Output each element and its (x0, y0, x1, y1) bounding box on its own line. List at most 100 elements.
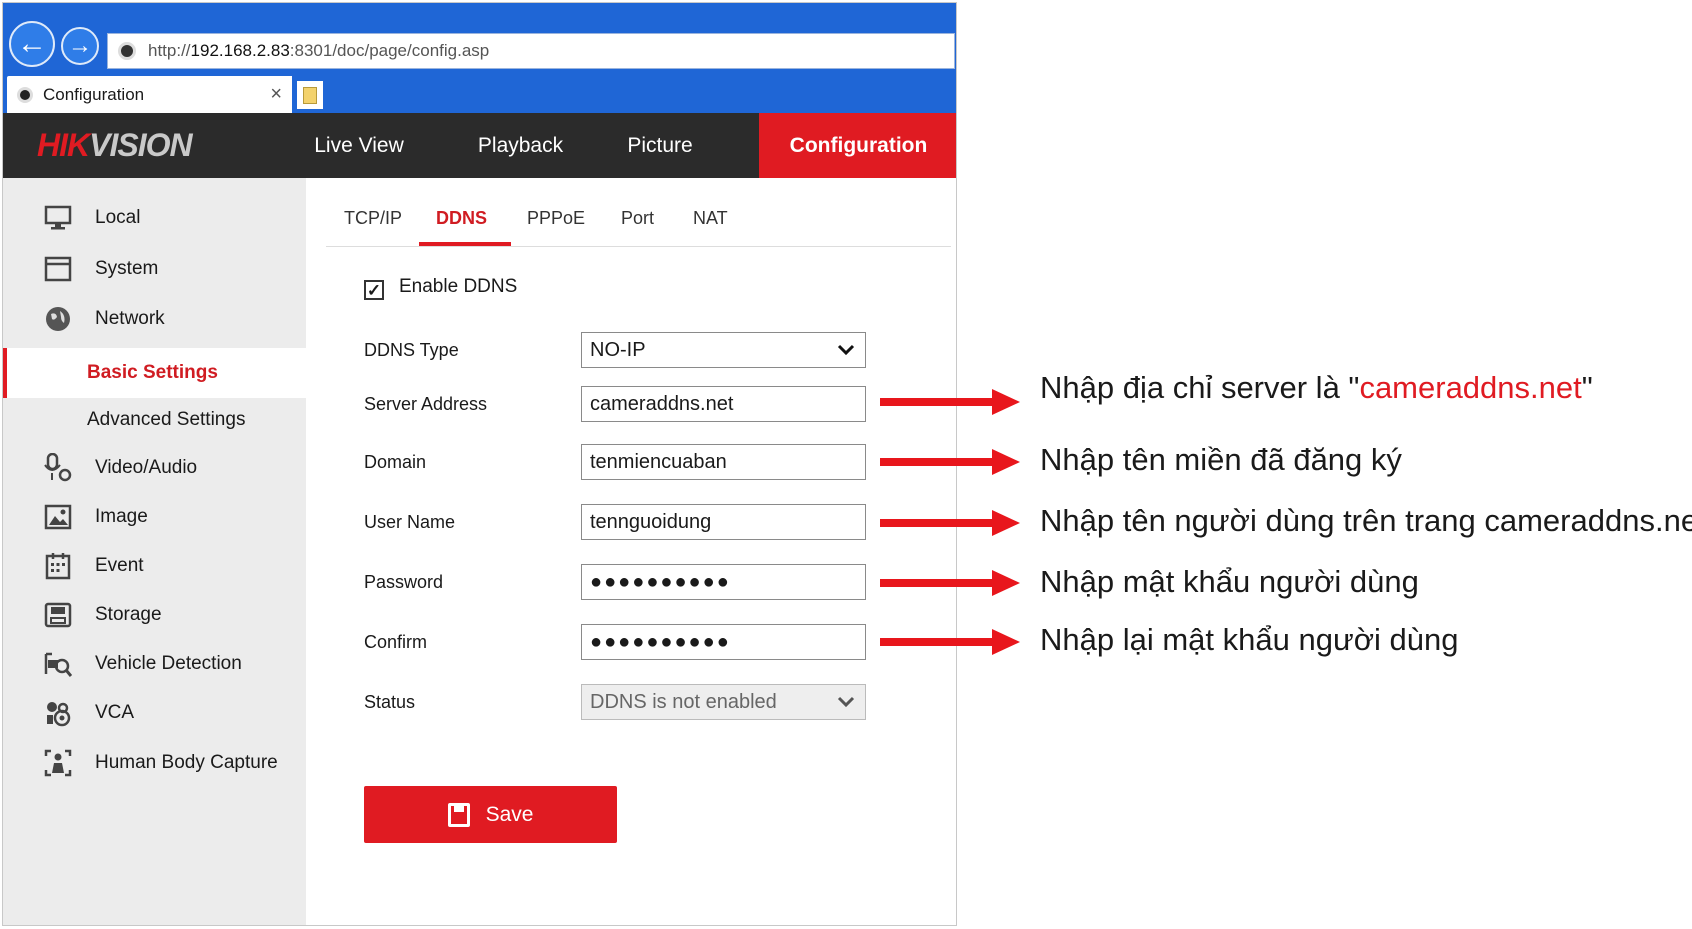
sidebar-item-basic-settings[interactable]: Basic Settings (3, 348, 306, 398)
sidebar-item-label: System (95, 258, 159, 279)
ddns-type-value: NO-IP (590, 338, 646, 361)
arrow-right-icon (880, 510, 1020, 536)
server-address-value: cameraddns.net (590, 392, 734, 415)
tab-ddns[interactable]: DDNS (436, 208, 487, 229)
password-label: Password (364, 572, 444, 592)
tab-tcp-ip[interactable]: TCP/IP (344, 208, 402, 229)
sidebar-item-label: Local (95, 207, 141, 228)
sidebar-item-vehicle-detection[interactable]: Vehicle Detection (3, 644, 306, 684)
menu-configuration[interactable]: Configuration (759, 113, 956, 178)
domain-label: Domain (364, 452, 427, 472)
enable-ddns-label: Enable DDNS (399, 276, 518, 297)
menu-picture[interactable]: Picture (615, 113, 705, 178)
menu-playback[interactable]: Playback (463, 113, 578, 178)
browser-chrome: ← → http://192.168.2.83:8301/doc/page/co… (3, 3, 956, 113)
enable-ddns-checkbox[interactable]: ✓ (364, 280, 384, 300)
vca-icon (43, 698, 73, 728)
user-name-label: User Name (364, 512, 456, 532)
body-capture-icon (43, 748, 73, 778)
annotation-confirm: Nhập lại mật khẩu người dùng (1040, 622, 1459, 657)
menu-live-view[interactable]: Live View (309, 113, 409, 178)
forward-button[interactable]: → (61, 27, 99, 65)
chevron-down-icon (837, 693, 855, 714)
sidebar-item-video-audio[interactable]: Video/Audio (3, 448, 306, 488)
confirm-password-value: ●●●●●●●●●● (590, 630, 731, 653)
sidebar-item-image[interactable]: Image (3, 497, 306, 537)
save-button-label: Save (485, 802, 534, 826)
address-bar[interactable]: http://192.168.2.83:8301/doc/page/config… (107, 33, 955, 69)
chevron-down-icon (837, 341, 855, 362)
confirm-password-input[interactable]: ●●●●●●●●●● (581, 624, 866, 660)
status-label: Status (364, 692, 416, 712)
sidebar-item-label: Event (95, 555, 144, 576)
app-header: HIKVISION Live View Playback Picture Con… (3, 113, 956, 178)
sidebar-item-label: VCA (95, 702, 135, 723)
new-page-icon (303, 86, 317, 104)
sidebar: Local System Network Basic Settings Adva… (3, 178, 306, 925)
annotation-server: Nhập địa chỉ server là "cameraddns.net" (1040, 370, 1593, 405)
tab-pppoe[interactable]: PPPoE (527, 208, 585, 229)
system-icon (43, 254, 73, 284)
close-icon[interactable]: × (270, 83, 282, 106)
globe-icon (43, 304, 73, 334)
server-address-input[interactable]: cameraddns.net (581, 386, 866, 422)
sidebar-item-label: Vehicle Detection (95, 653, 242, 674)
active-tab-indicator (419, 242, 511, 246)
storage-icon (43, 600, 73, 630)
microphone-icon (43, 453, 73, 483)
save-disk-icon (447, 802, 470, 827)
image-icon (43, 502, 73, 532)
password-input[interactable]: ●●●●●●●●●● (581, 564, 866, 600)
arrow-right-icon: → (68, 32, 92, 59)
status-select: DDNS is not enabled (581, 684, 866, 720)
user-name-input[interactable]: tennguoidung (581, 504, 866, 540)
ddns-type-label: DDNS Type (364, 340, 459, 360)
annotation-domain: Nhập tên miền đã đăng ký (1040, 442, 1402, 477)
sidebar-item-label: Advanced Settings (87, 409, 246, 430)
sidebar-item-label: Image (95, 506, 148, 527)
sidebar-item-vca[interactable]: VCA (3, 693, 306, 733)
monitor-icon (43, 203, 73, 233)
new-tab-button[interactable] (297, 81, 323, 109)
sidebar-item-local[interactable]: Local (3, 198, 306, 238)
password-value: ●●●●●●●●●● (590, 570, 731, 593)
annotation-password: Nhập mật khẩu người dùng (1040, 564, 1419, 599)
ddns-type-select[interactable]: NO-IP (581, 332, 866, 368)
arrow-right-icon (880, 389, 1020, 415)
tab-title: Configuration (43, 84, 145, 104)
tab-nat[interactable]: NAT (693, 208, 728, 229)
sidebar-item-event[interactable]: Event (3, 546, 306, 586)
arrow-right-icon (880, 449, 1020, 475)
status-value: DDNS is not enabled (590, 690, 777, 713)
sidebar-item-network[interactable]: Network (3, 299, 306, 339)
sidebar-item-advanced-settings[interactable]: Advanced Settings (3, 400, 306, 440)
annotation-user: Nhập tên người dùng trên trang cameraddn… (1040, 503, 1692, 538)
domain-value: tenmiencuaban (590, 450, 727, 473)
arrow-right-icon (880, 570, 1020, 596)
config-tabs: TCP/IP DDNS PPPoE Port NAT (326, 200, 951, 247)
sidebar-item-label: Human Body Capture (95, 752, 278, 773)
browser-tab[interactable]: Configuration × (7, 76, 292, 113)
user-name-value: tennguoidung (590, 510, 712, 533)
sidebar-item-label: Storage (95, 604, 162, 625)
arrow-right-icon (880, 629, 1020, 655)
calendar-icon (43, 551, 73, 581)
tab-favicon-icon (17, 86, 33, 103)
domain-input[interactable]: tenmiencuaban (581, 444, 866, 480)
server-address-label: Server Address (364, 394, 488, 414)
sidebar-item-human-body-capture[interactable]: Human Body Capture (3, 743, 306, 783)
hikvision-logo: HIKVISION (37, 127, 193, 163)
sidebar-item-label: Network (95, 308, 165, 329)
sidebar-item-label: Basic Settings (87, 362, 218, 383)
url-text: http://192.168.2.83:8301/doc/page/config… (148, 41, 490, 60)
sidebar-item-label: Video/Audio (95, 457, 198, 478)
tab-port[interactable]: Port (621, 208, 654, 229)
sidebar-item-system[interactable]: System (3, 249, 306, 289)
confirm-label: Confirm (364, 632, 428, 652)
site-icon (118, 42, 136, 60)
arrow-left-icon: ← (17, 27, 47, 60)
back-button[interactable]: ← (9, 21, 55, 67)
sidebar-item-storage[interactable]: Storage (3, 595, 306, 635)
vehicle-search-icon (43, 649, 73, 679)
save-button[interactable]: Save (364, 786, 617, 843)
